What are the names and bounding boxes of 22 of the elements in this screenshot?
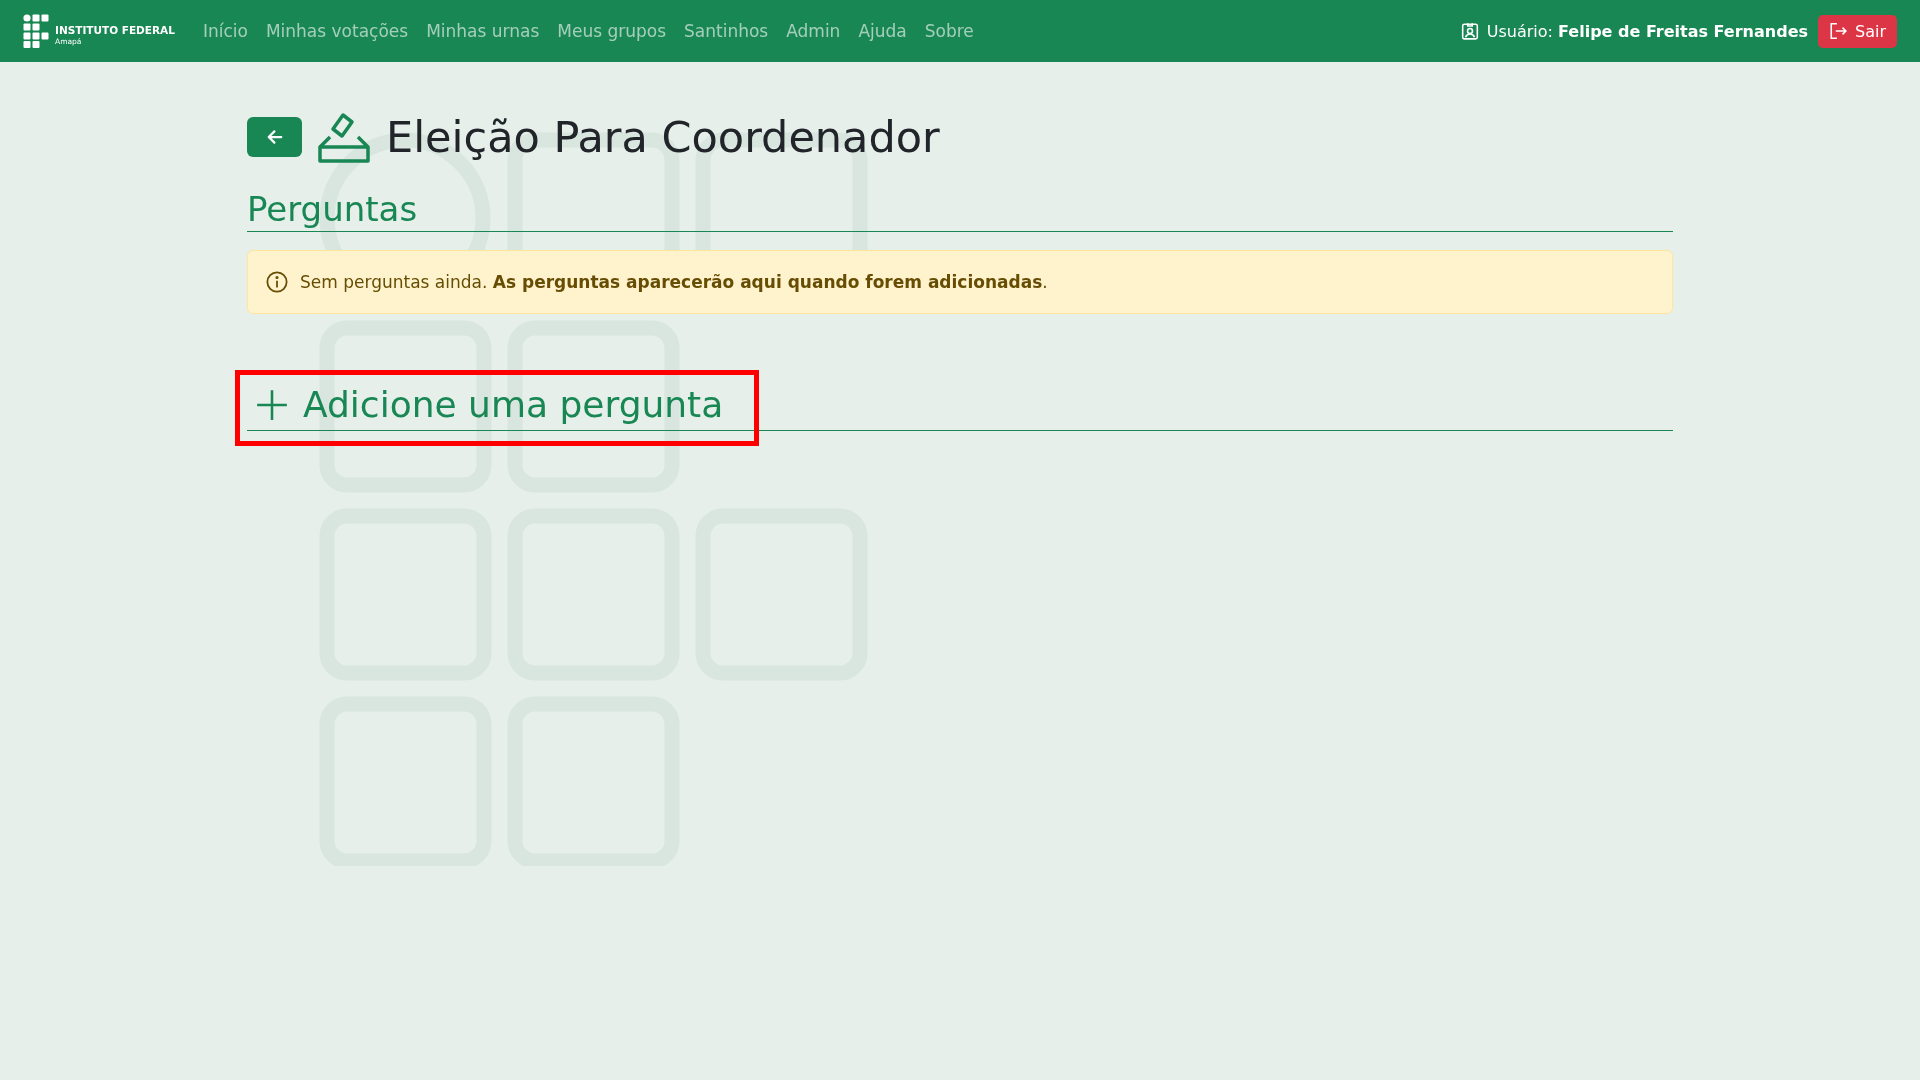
logo-icon[interactable] xyxy=(23,14,49,48)
user-badge-icon xyxy=(1460,22,1479,40)
page-title: Eleição Para Coordenador xyxy=(386,112,940,162)
info-icon xyxy=(266,271,288,293)
alert-text: Sem perguntas ainda. As perguntas aparecerão aqui quando forem adicionadas. xyxy=(300,272,1048,292)
nav-link[interactable]: Admin xyxy=(786,21,841,41)
nav-link[interactable]: Meus grupos xyxy=(557,21,667,41)
back-button[interactable] xyxy=(247,117,302,157)
user-label: Usuário: Felipe de Freitas Fernandes xyxy=(1486,21,1808,41)
nav-link[interactable]: Minhas urnas xyxy=(426,21,540,41)
add-question-link[interactable]: Adicione uma pergunta xyxy=(247,384,1673,431)
nav-link[interactable]: Minhas votações xyxy=(265,21,409,41)
nav-link[interactable]: Início xyxy=(202,21,248,41)
nav-link[interactable]: Sobre xyxy=(924,21,974,41)
nav-link[interactable]: Santinhos xyxy=(684,21,769,41)
logout-icon xyxy=(1829,22,1847,40)
logout-button[interactable]: Sair xyxy=(1818,14,1897,48)
brand-name[interactable]: INSTITUTO FEDERAL xyxy=(55,25,175,36)
plus-icon xyxy=(255,387,289,422)
ballot-box-icon xyxy=(318,111,370,163)
section-title: Perguntas xyxy=(247,189,1673,232)
nav-link[interactable]: Ajuda xyxy=(858,21,907,41)
